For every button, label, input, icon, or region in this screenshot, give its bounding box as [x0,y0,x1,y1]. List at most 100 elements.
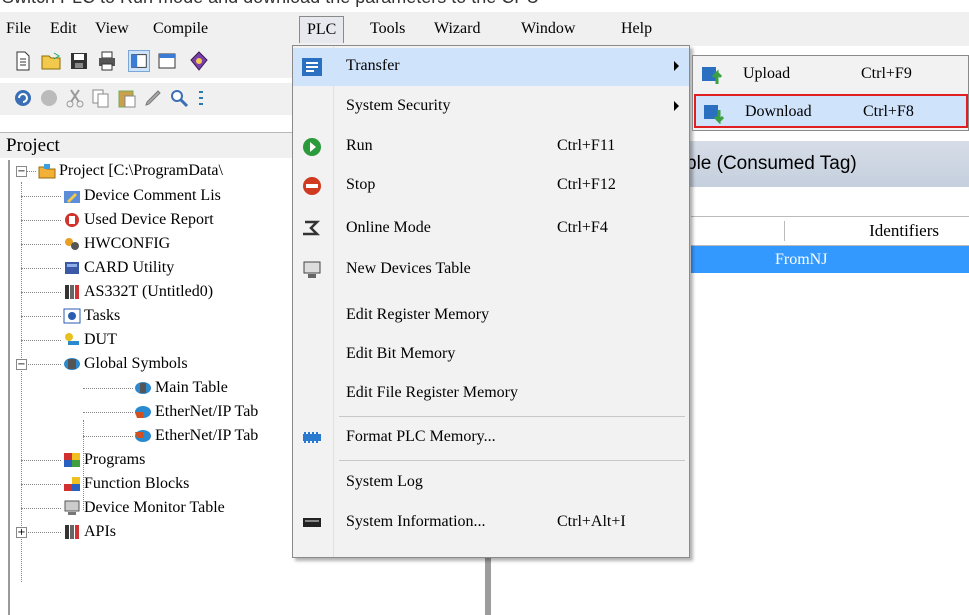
menu-item-run[interactable]: Run Ctrl+F11 [293,128,689,166]
global-symbols-icon [64,358,80,370]
tree-item-label: HWCONFIG [84,235,171,252]
menu-compile[interactable]: Compile [153,20,208,38]
menubar: File Edit View Compile PLC Tools Wizard … [0,12,969,46]
tree-line [21,508,61,509]
menu-item-format-plc-memory[interactable]: Format PLC Memory... [293,419,689,457]
tree-line [21,268,61,269]
menu-separator [339,416,685,417]
menu-item-label: Download [745,103,812,120]
menu-item-label: Edit Bit Memory [346,345,456,362]
menu-item-system-security[interactable]: System Security [293,88,689,126]
menu-separator [339,460,685,461]
editor-title: ble (Consumed Tag) [686,153,857,174]
tree-line [83,388,133,389]
menu-item-label: System Log [346,473,423,490]
card-icon [65,262,79,274]
tree-line [21,182,22,582]
menu-item-online-mode[interactable]: Online Mode Ctrl+F4 [293,210,689,248]
new-file-icon[interactable] [12,50,34,72]
tree-item-label: Tasks [84,307,121,324]
tree-item-label: CARD Utility [84,259,175,276]
tree-line [83,436,133,437]
menu-item-label: Online Mode [346,219,431,236]
tree-line [21,484,61,485]
function-blocks-icon [64,477,80,491]
column-header-identifiers[interactable]: Identifiers [869,217,939,245]
tree-item-label: Function Blocks [84,475,190,492]
menu-wizard[interactable]: Wizard [434,20,480,38]
paste-icon[interactable] [116,87,138,109]
menu-item-new-devices-table[interactable]: New Devices Table [293,251,689,289]
transfer-icon [302,58,322,76]
menu-edit[interactable]: Edit [50,20,77,38]
menu-item-shortcut: Ctrl+F12 [557,176,616,193]
menu-item-download[interactable]: Download Ctrl+F8 [694,94,968,128]
menu-item-edit-bit-memory[interactable]: Edit Bit Memory [293,336,689,374]
print-icon[interactable] [96,50,118,72]
find-icon[interactable] [168,87,190,109]
menu-item-shortcut: Ctrl+Alt+I [557,513,626,530]
menu-plc[interactable]: PLC [299,16,345,43]
menu-window[interactable]: Window [521,20,575,38]
menu-item-system-information[interactable]: System Information... Ctrl+Alt+I [293,504,689,542]
menu-item-label: Edit File Register Memory [346,384,518,401]
menu-item-label: System Security [346,97,451,114]
run-icon [303,138,321,156]
menu-tools[interactable]: Tools [370,20,405,38]
tree-item-label: Global Symbols [84,355,188,372]
report-icon [65,213,79,227]
plc-menu: Transfer System Security Run Ctrl+F11 St… [292,45,690,558]
tree-collapse-toggle[interactable]: − [16,166,27,177]
project-window-icon[interactable] [128,50,150,72]
transfer-submenu: Upload Ctrl+F9 Download Ctrl+F8 [692,55,969,131]
tasks-icon [63,308,81,324]
symbol-table-icon [135,382,151,394]
menu-help[interactable]: Help [621,20,652,38]
system-information-icon [303,518,321,527]
table-row-selected[interactable]: FromNJ [691,246,969,273]
cut-icon[interactable] [64,87,86,109]
menu-view[interactable]: View [95,20,129,38]
project-tree: − Project [C:\ProgramData\ Device Commen… [8,160,295,615]
tree-line [21,196,61,197]
pencil-icon[interactable] [142,87,164,109]
undo-icon[interactable] [12,87,34,109]
save-icon[interactable] [68,50,90,72]
project-panel-title: Project [0,132,300,158]
output-window-icon[interactable] [156,50,178,72]
menu-item-edit-file-register-memory[interactable]: Edit File Register Memory [293,375,689,413]
menu-item-edit-register-memory[interactable]: Edit Register Memory [293,297,689,335]
download-icon [704,105,724,124]
programs-icon [64,453,80,467]
tree-line [26,532,61,533]
menu-item-label: Run [346,137,373,154]
menu-item-label: Edit Register Memory [346,306,490,323]
menu-item-label: Upload [743,65,791,82]
replace-icon[interactable] [194,87,216,109]
redo-icon[interactable] [38,87,60,109]
submenu-arrow-icon [674,101,679,111]
plc-module-icon [65,285,79,299]
open-folder-icon[interactable] [40,50,62,72]
upload-icon [702,67,722,84]
tree-item-label: DUT [84,331,117,348]
edit-comment-icon [64,191,80,203]
tree-line [21,244,61,245]
column-separator[interactable] [784,221,785,241]
menu-item-upload[interactable]: Upload Ctrl+F9 [694,58,968,92]
stop-icon [303,177,321,195]
menu-item-shortcut: Ctrl+F4 [557,219,608,236]
tree-item-label: Device Monitor Table [84,499,225,516]
toolbar-standard [0,46,300,78]
options-icon[interactable] [188,50,210,72]
menu-file[interactable]: File [6,20,31,38]
menu-item-transfer[interactable]: Transfer [293,48,689,86]
menu-item-stop[interactable]: Stop Ctrl+F12 [293,167,689,205]
menu-item-shortcut: Ctrl+F9 [861,65,912,82]
tree-item-label: AS332T (Untitled0) [84,283,214,300]
menu-item-system-log[interactable]: System Log [293,464,689,502]
toolbar-edit [0,83,300,115]
copy-icon[interactable] [90,87,112,109]
tree-line [21,340,61,341]
ethernet-ip-table-icon [135,406,151,418]
